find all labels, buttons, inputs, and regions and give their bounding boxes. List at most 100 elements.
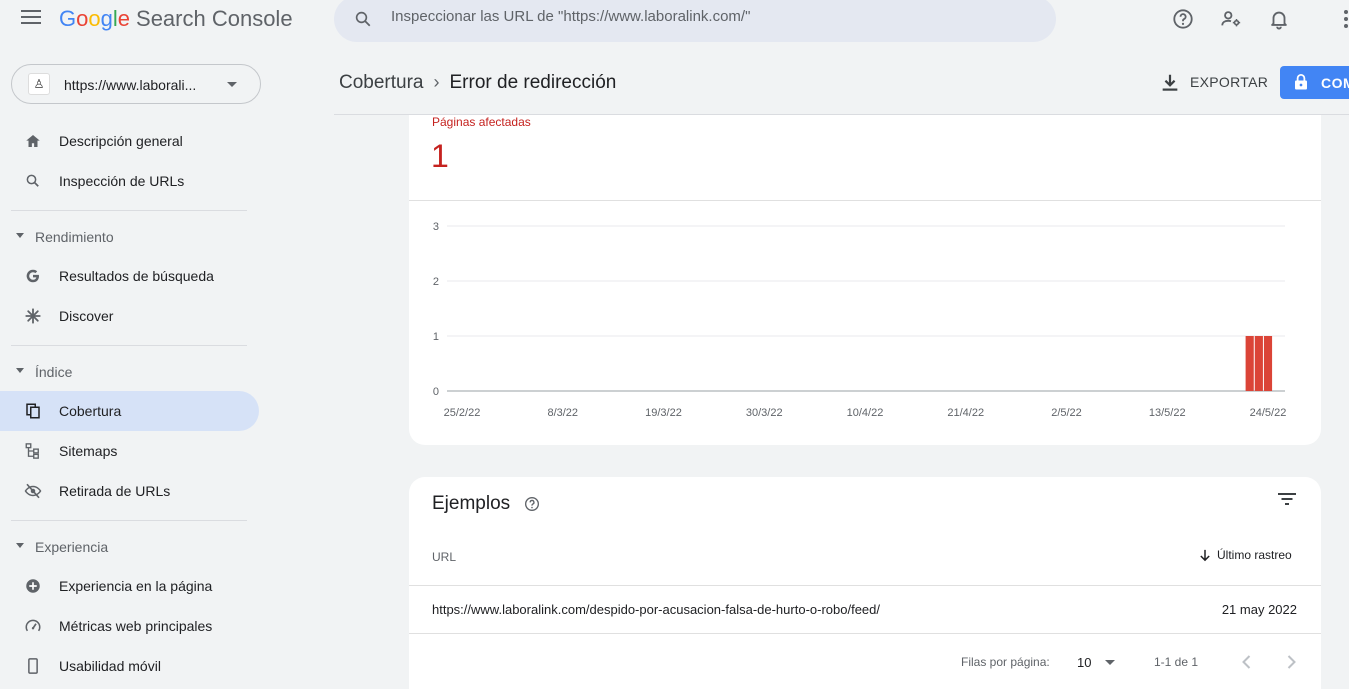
chevron-left-icon[interactable] [1237,652,1257,672]
sidebar-item-search-results[interactable]: Resultados de búsqueda [0,256,259,296]
breadcrumb-parent[interactable]: Cobertura [339,72,424,93]
sidebar-section-index[interactable]: Índice [0,357,259,387]
lock-icon [1295,74,1307,90]
row-last-crawl: 21 may 2022 [1221,602,1297,617]
rows-per-page-select[interactable]: 10 [1077,652,1123,672]
sidebar-item-label: Resultados de búsqueda [59,268,214,284]
sidebar-item-label: Usabilidad móvil [59,658,161,674]
sidebar-item-url-inspection[interactable]: Inspección de URLs [0,161,259,201]
affected-pages-value: 1 [431,138,449,174]
search-icon[interactable] [354,10,372,28]
summary-chart-card: Páginas afectadas 1 0 1 2 3 25/2/22 8/3/22 19/… [409,115,1321,445]
caret-down-icon [16,368,24,373]
sidebar-item-mobile-usability[interactable]: Usabilidad móvil [0,646,259,686]
sidebar-item-label: Descripción general [59,133,183,149]
sidebar-item-label: Discover [59,308,114,324]
sidebar-item-removals[interactable]: Retirada de URLs [0,471,259,511]
google-wordmark: Google [59,6,131,31]
page-title: Error de redirección [449,72,617,93]
notifications-bell-icon[interactable] [1268,8,1290,30]
sidebar-item-label: Sitemaps [59,443,118,459]
rows-per-page-value: 10 [1077,655,1092,670]
google-g-icon [26,269,39,283]
sidebar-item-core-web-vitals[interactable]: Métricas web principales [0,606,259,646]
sidebar-divider [11,520,247,521]
arrow-down-icon [1200,550,1210,562]
chevron-down-icon [227,82,237,87]
search-icon [26,174,39,187]
y-tick-label: 1 [433,331,439,343]
table-divider [409,633,1321,634]
sidebar-section-performance[interactable]: Rendimiento [0,222,259,252]
examples-title: Ejemplos [432,493,511,514]
property-url: https://www.laborali... [64,77,197,93]
y-tick-label: 3 [433,221,439,233]
help-icon[interactable] [1172,8,1194,30]
url-inspection-search-bar[interactable] [334,0,1056,42]
more-options-icon[interactable] [1344,10,1348,28]
primary-action-label: COM [1321,75,1349,91]
add-circle-icon [26,579,40,593]
sidebar-item-label: Cobertura [59,403,122,419]
home-icon [26,135,40,147]
sidebar-section-experience[interactable]: Experiencia [0,532,259,562]
sidebar-item-coverage[interactable]: Cobertura [0,391,259,431]
chevron-right-icon: › [433,72,440,92]
sidebar-section-label: Rendimiento [35,229,114,245]
x-tick-label: 8/3/22 [547,407,578,419]
affected-pages-label[interactable]: Páginas afectadas [432,115,531,129]
chevron-right-icon[interactable] [1281,652,1301,672]
sidebar-divider [11,210,247,211]
property-selector[interactable]: ♙ https://www.laborali... [11,64,261,104]
primary-action-button[interactable]: COM [1280,66,1349,99]
asterisk-icon [25,308,41,324]
sidebar-section-label: Experiencia [35,539,109,555]
sidebar-section-label: Índice [35,364,73,380]
sidebar-item-label: Retirada de URLs [59,483,171,499]
last-crawl-label: Último rastreo [1217,548,1292,562]
copy-pages-icon [26,403,40,419]
x-tick-label: 24/5/22 [1250,407,1287,419]
chart-bar [1254,336,1263,391]
speedometer-icon [25,619,41,632]
y-tick-label: 0 [433,386,439,398]
sidebar-item-overview[interactable]: Descripción general [0,121,259,161]
table-row[interactable]: https://www.laboralink.com/despido-por-a… [409,586,1321,633]
help-circle-icon[interactable] [524,496,540,512]
pagination-range: 1-1 de 1 [1154,655,1199,669]
sidebar-item-discover[interactable]: Discover [0,296,259,336]
row-url: https://www.laboralink.com/despido-por-a… [432,602,880,617]
download-icon [1162,74,1178,91]
column-header-url: URL [432,550,457,564]
caret-down-icon [1105,660,1115,665]
x-tick-label: 2/5/22 [1051,407,1082,419]
x-tick-label: 10/4/22 [847,407,884,419]
hamburger-menu-icon[interactable] [21,10,41,26]
column-header-last-crawl[interactable]: Último rastreo [1199,548,1292,562]
user-settings-icon[interactable] [1220,8,1242,30]
smartphone-icon [28,658,38,674]
sidebar-item-sitemaps[interactable]: Sitemaps [0,431,259,471]
search-input[interactable] [391,8,1031,25]
search-console-logo[interactable]: Google Search Console [59,6,293,32]
filter-icon[interactable] [1277,491,1297,507]
sidebar-item-label: Métricas web principales [59,618,213,634]
product-name: Search Console [136,6,293,31]
examples-card: Ejemplos URL Último rastreo https://www.… [409,477,1321,689]
rows-per-page-label: Filas por página: [961,655,1050,669]
caret-down-icon [16,233,24,238]
caret-down-icon [16,543,24,548]
x-tick-label: 30/3/22 [746,407,783,419]
breadcrumb: Cobertura › Error de redirección [339,72,616,94]
chart-bar [1263,336,1273,391]
sidebar-item-label: Experiencia en la página [59,578,213,594]
sidebar-divider [11,345,247,346]
eye-off-icon [24,483,42,499]
x-tick-label: 21/4/22 [947,407,984,419]
chart-bar [1245,336,1254,391]
x-tick-label: 13/5/22 [1149,407,1186,419]
sidebar-item-page-experience[interactable]: Experiencia en la página [0,566,259,606]
top-bar: Google Search Console [0,0,1349,42]
sitemap-icon [25,443,39,459]
x-tick-label: 19/3/22 [645,407,682,419]
